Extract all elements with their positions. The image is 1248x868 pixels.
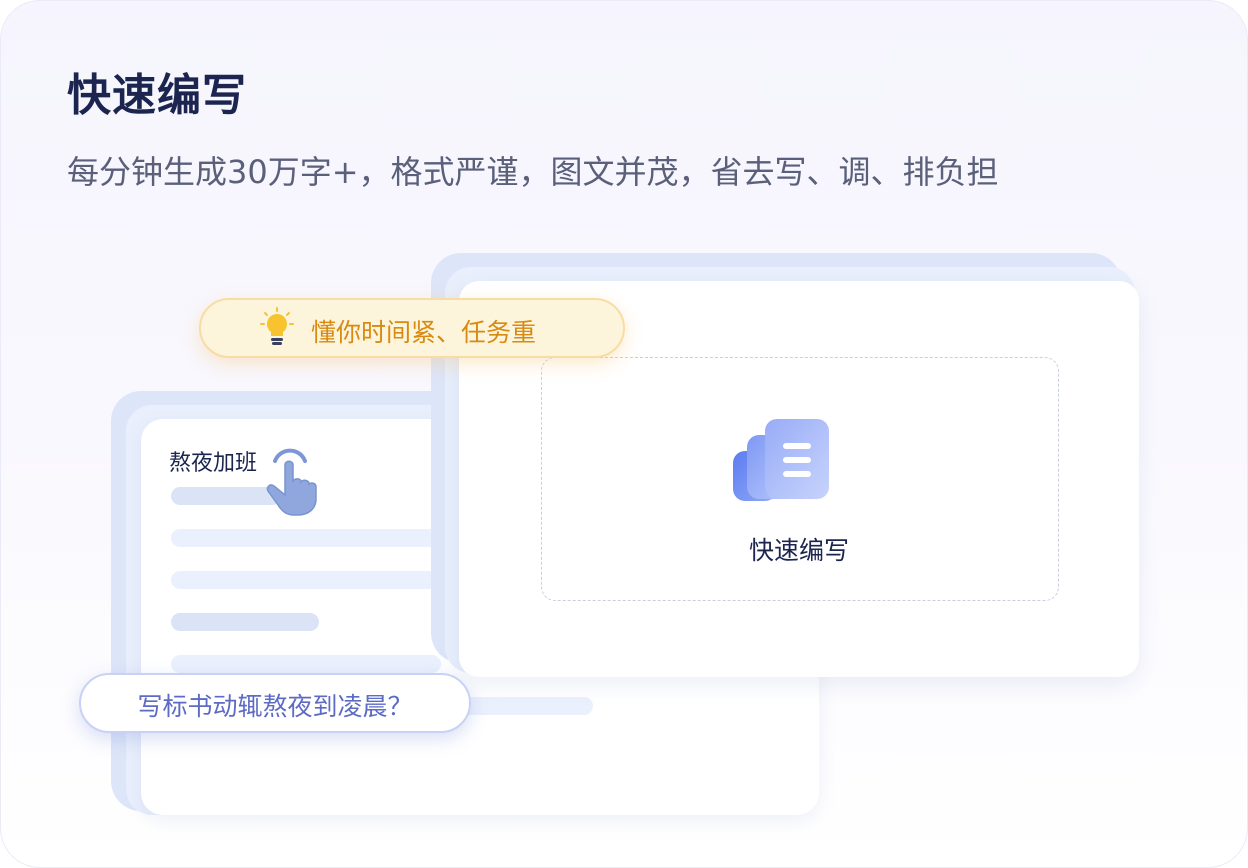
question-badge-text: 写标书动辄熬夜到凌晨？ [137, 692, 413, 721]
placeholder-line [171, 571, 441, 589]
back-document-title: 熬夜加班 [169, 451, 258, 476]
page-subtitle: 每分钟生成30万字+，格式严谨，图文并茂，省去写、调、排负担 [67, 153, 999, 191]
quick-write-label: 快速编写 [748, 536, 849, 565]
placeholder-line [171, 655, 441, 673]
placeholder-line [171, 529, 441, 547]
pointing-hand-icon [266, 448, 317, 516]
page-title: 快速编写 [67, 70, 247, 121]
placeholder-line [171, 613, 319, 631]
document-stack-icon [733, 419, 829, 501]
lightbulb-icon [260, 307, 294, 345]
tip-badge-text: 懂你时间紧、任务重 [311, 318, 537, 347]
feature-card: 快速编写 每分钟生成30万字+，格式严谨，图文并茂，省去写、调、排负担 熬夜加班 [0, 0, 1248, 868]
